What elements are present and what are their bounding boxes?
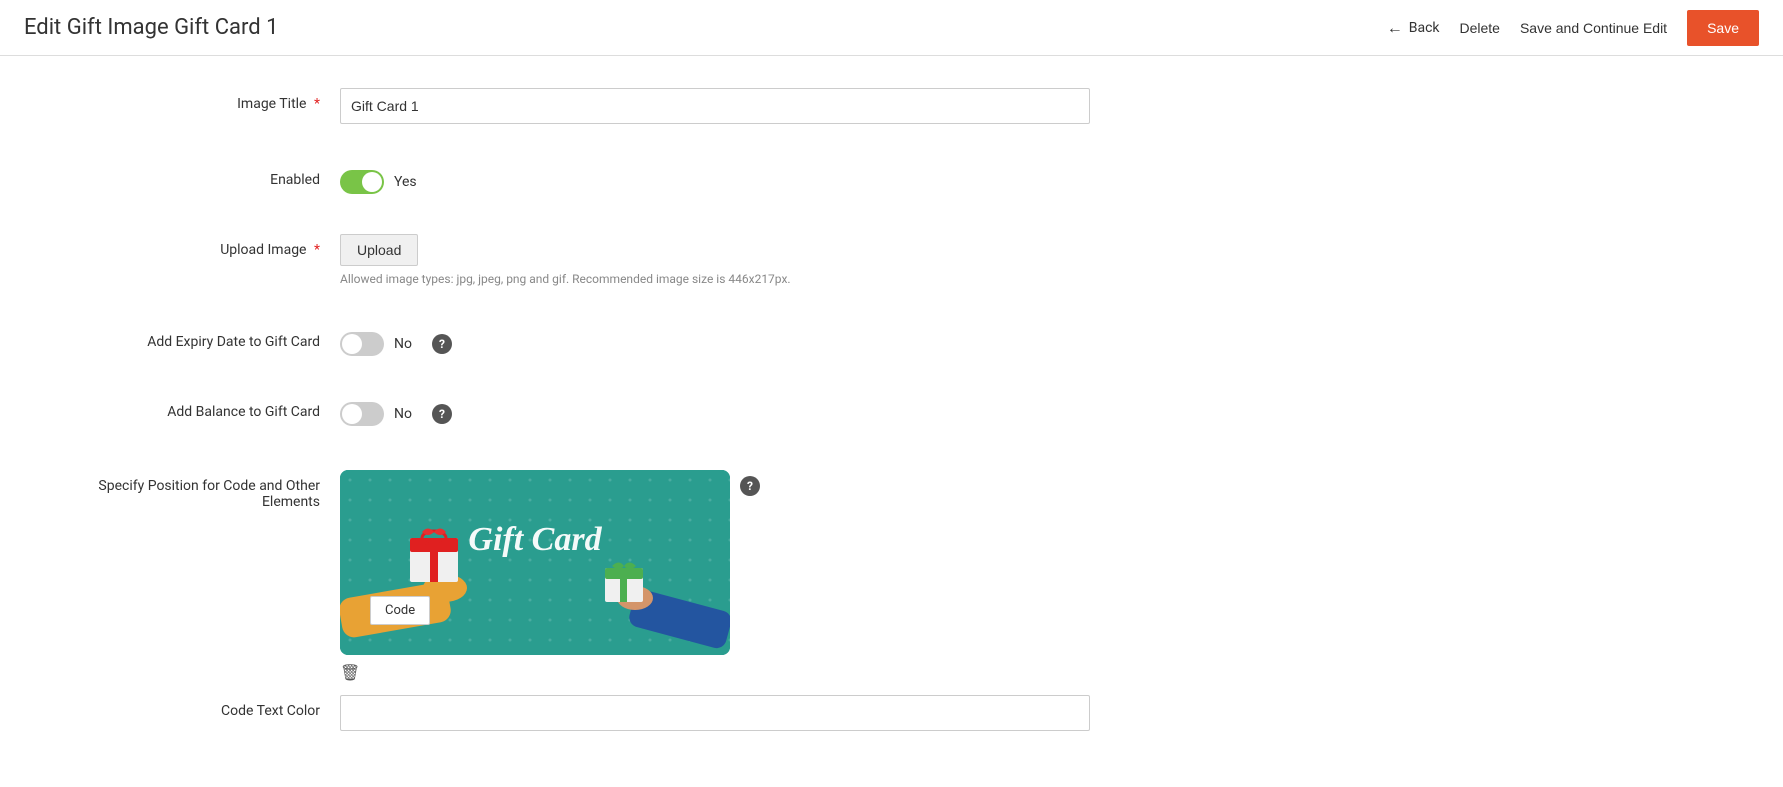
code-text-color-label: Code Text Color (40, 695, 340, 719)
add-expiry-field: No ? (340, 326, 1140, 356)
add-expiry-toggle[interactable] (340, 332, 384, 356)
toggle-slider-balance (340, 402, 384, 426)
gift-card-svg: Gift Card (340, 470, 730, 655)
back-label: Back (1409, 20, 1440, 36)
required-star: * (310, 96, 320, 112)
save-button[interactable]: Save (1687, 10, 1759, 46)
add-balance-field: No ? (340, 396, 1140, 426)
code-text-color-field (340, 695, 1140, 731)
code-box[interactable]: Code (370, 596, 430, 625)
image-title-label: Image Title * (40, 88, 340, 112)
enabled-toggle-container: Yes (340, 164, 1140, 194)
specify-position-field: Gift Card (340, 466, 1140, 655)
enabled-text: Yes (394, 174, 417, 190)
form-content: Image Title * Enabled Yes Upload Image *… (0, 56, 1783, 787)
toggle-slider-expiry (340, 332, 384, 356)
delete-preview-button[interactable]: 🗑 (340, 663, 360, 683)
back-button[interactable]: ← Back (1387, 18, 1440, 38)
image-title-row: Image Title * (40, 80, 1743, 132)
gift-card-preview: Gift Card (340, 470, 730, 655)
enabled-label: Enabled (40, 164, 340, 188)
delete-button[interactable]: Delete (1460, 20, 1500, 36)
enabled-toggle[interactable] (340, 170, 384, 194)
code-text-color-input[interactable] (340, 695, 1090, 731)
upload-hint: Allowed image types: jpg, jpeg, png and … (340, 272, 1140, 286)
toggle-slider (340, 170, 384, 194)
add-balance-text: No (394, 406, 412, 422)
upload-button[interactable]: Upload (340, 234, 418, 266)
enabled-field: Yes (340, 164, 1140, 194)
enabled-row: Enabled Yes (40, 156, 1743, 202)
svg-text:Gift Card: Gift Card (468, 521, 602, 558)
save-continue-button[interactable]: Save and Continue Edit (1520, 20, 1667, 36)
add-balance-toggle[interactable] (340, 402, 384, 426)
page-title: Edit Gift Image Gift Card 1 (24, 15, 278, 40)
image-title-field (340, 88, 1140, 124)
add-expiry-row: Add Expiry Date to Gift Card No ? (40, 318, 1743, 364)
code-text-color-row: Code Text Color (40, 687, 1743, 739)
gift-card-preview-wrapper: Gift Card (340, 470, 730, 655)
add-expiry-text: No (394, 336, 412, 352)
add-balance-label: Add Balance to Gift Card (40, 396, 340, 420)
upload-image-field: Upload Allowed image types: jpg, jpeg, p… (340, 234, 1140, 286)
specify-position-label: Specify Position for Code and Other Elem… (40, 466, 340, 510)
balance-help-icon[interactable]: ? (432, 404, 452, 424)
add-balance-toggle-container: No ? (340, 396, 1140, 426)
arrow-left-icon: ← (1387, 18, 1403, 38)
expiry-help-icon[interactable]: ? (432, 334, 452, 354)
upload-image-row: Upload Image * Upload Allowed image type… (40, 226, 1743, 294)
page-header: Edit Gift Image Gift Card 1 ← Back Delet… (0, 0, 1783, 56)
header-actions: ← Back Delete Save and Continue Edit Sav… (1387, 10, 1759, 46)
specify-position-row: Specify Position for Code and Other Elem… (40, 458, 1743, 663)
add-balance-row: Add Balance to Gift Card No ? (40, 388, 1743, 434)
add-expiry-label: Add Expiry Date to Gift Card (40, 326, 340, 350)
required-star-upload: * (310, 242, 320, 258)
add-expiry-toggle-container: No ? (340, 326, 1140, 356)
image-title-input[interactable] (340, 88, 1090, 124)
position-help-icon[interactable]: ? (740, 476, 760, 496)
upload-image-label: Upload Image * (40, 234, 340, 258)
